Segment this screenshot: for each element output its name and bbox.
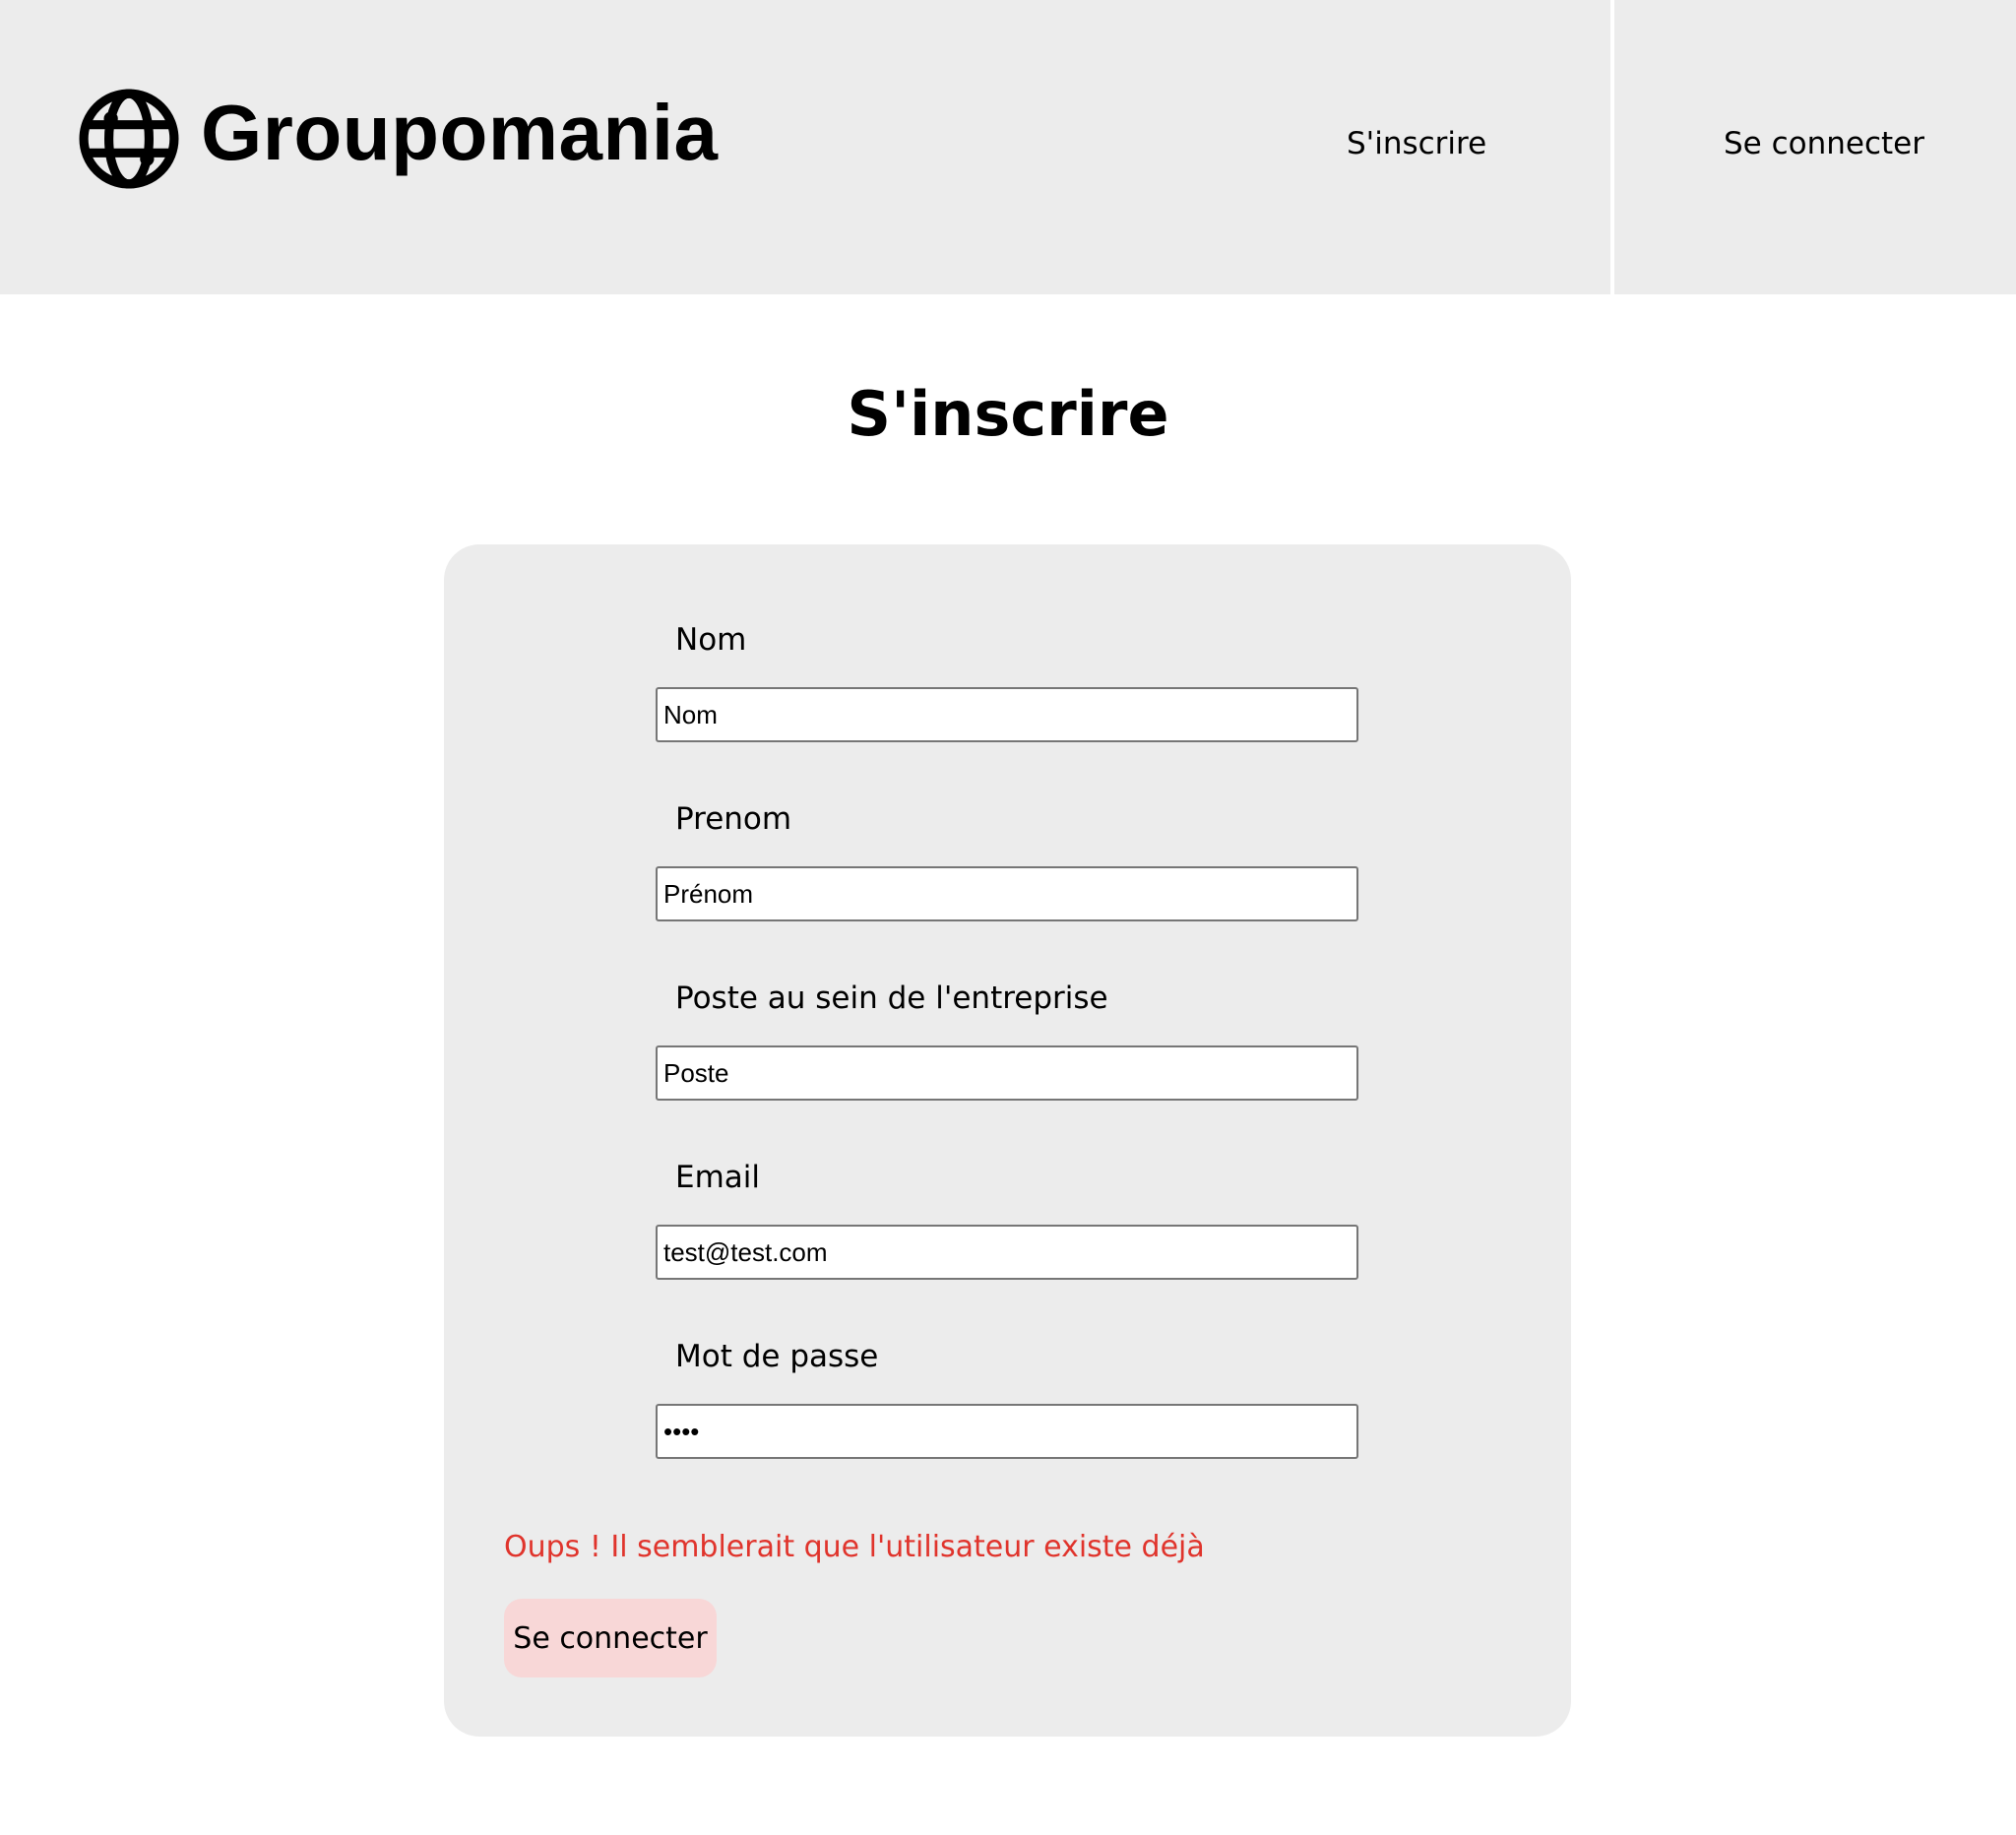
- site-header: Groupomania S'inscrire Se connecter: [0, 0, 2016, 294]
- password-input[interactable]: [656, 1404, 1358, 1459]
- firstname-input[interactable]: [656, 866, 1358, 921]
- page-title: S'inscrire: [847, 378, 1169, 450]
- password-label: Mot de passe: [675, 1339, 879, 1374]
- brand-logo[interactable]: Groupomania: [79, 89, 719, 189]
- nav-divider: [1610, 0, 1614, 294]
- email-input[interactable]: [656, 1225, 1358, 1280]
- globe-icon: [79, 89, 179, 189]
- nav-signup-link[interactable]: S'inscrire: [1347, 126, 1486, 161]
- submit-button[interactable]: Se connecter: [504, 1599, 717, 1677]
- name-label: Nom: [675, 622, 747, 658]
- position-label: Poste au sein de l'entreprise: [675, 981, 1108, 1016]
- brand-name: Groupomania: [201, 89, 719, 176]
- email-label: Email: [675, 1160, 761, 1195]
- name-input[interactable]: [656, 687, 1358, 742]
- firstname-label: Prenom: [675, 801, 792, 837]
- nav-login-link[interactable]: Se connecter: [1724, 126, 1924, 161]
- error-message: Oups ! Il semblerait que l'utilisateur e…: [504, 1530, 1205, 1564]
- position-input[interactable]: [656, 1045, 1358, 1101]
- signup-form: Nom Prenom Poste au sein de l'entreprise…: [444, 544, 1571, 1737]
